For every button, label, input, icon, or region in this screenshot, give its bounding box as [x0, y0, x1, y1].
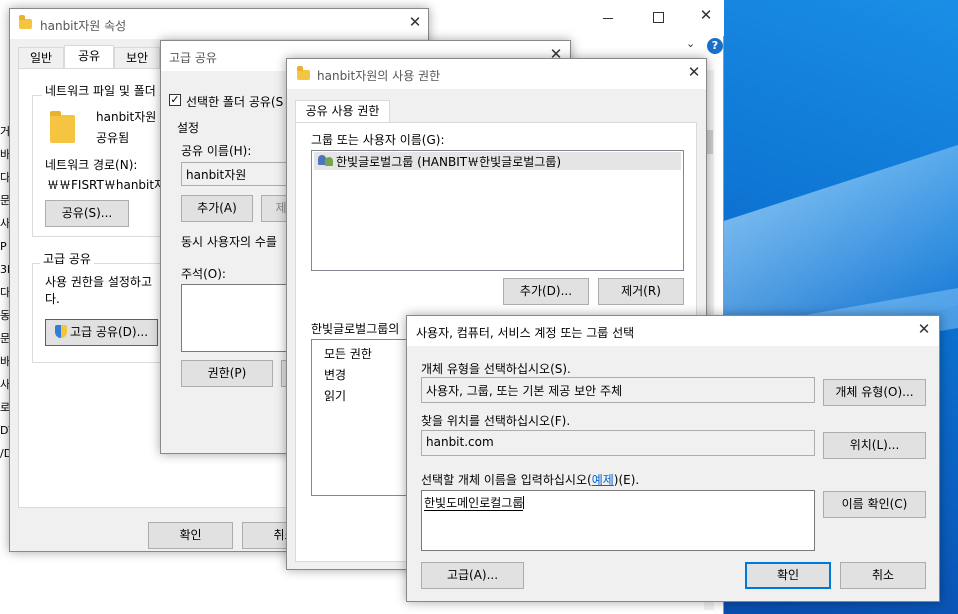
group-user-list[interactable]: 한빛글로벌그룹 (HANBIT￦한빛글로벌그룹) [311, 150, 684, 271]
close-icon[interactable]: ✕ [682, 63, 706, 83]
close-icon[interactable]: ✕ [694, 6, 718, 26]
object-name-label: 선택할 개체 이름을 입력하십시오(예제)(E). [421, 471, 639, 488]
network-path-value: ￦￦FISRT￦hanbit자원 [47, 178, 177, 192]
ok-button[interactable]: 확인 [148, 522, 233, 549]
users-limit-label: 동시 사용자의 수를 [181, 235, 277, 249]
network-group-label: 네트워크 파일 및 폴더 [42, 82, 159, 99]
object-types-button[interactable]: 개체 유형(O)... [823, 379, 926, 406]
advanced-desc-line2: 다. [45, 292, 60, 306]
location-field: hanbit.com [421, 430, 815, 456]
add-user-button[interactable]: 추가(D)... [503, 278, 589, 305]
permission-for-label: 한빛글로벌그룹의 [311, 322, 400, 336]
tab-general[interactable]: 일반 [18, 47, 64, 69]
list-item[interactable]: 한빛글로벌그룹 (HANBIT￦한빛글로벌그룹) [314, 152, 681, 170]
folder-name: hanbit자원 [96, 110, 157, 124]
folder-icon [297, 66, 310, 80]
group-user-label: 그룹 또는 사용자 이름(G): [311, 133, 445, 147]
tab-security[interactable]: 보안 [114, 47, 160, 69]
advanced-button[interactable]: 고급(A)... [421, 562, 524, 589]
share-folder-checkbox[interactable]: ✓ [169, 94, 181, 106]
locations-button[interactable]: 위치(L)... [823, 432, 926, 459]
share-button[interactable]: 공유(S)... [45, 200, 129, 227]
object-type-field: 사용자, 그룹, 또는 기본 제공 보안 주체 [421, 377, 815, 403]
location-value: hanbit.com [426, 435, 494, 449]
network-path-label: 네트워크 경로(N): [45, 158, 138, 172]
cancel-button[interactable]: 취소 [840, 562, 926, 589]
minimize-icon[interactable] [598, 10, 618, 26]
help-icon[interactable]: ? [707, 38, 723, 54]
close-icon[interactable]: ✕ [912, 320, 936, 340]
advanced-desc-line1: 사용 권한을 설정하고 [45, 275, 152, 289]
object-name-label-suffix: )(E). [613, 473, 640, 487]
object-name-label-text: 선택할 개체 이름을 입력하십시오( [421, 473, 592, 487]
examples-link[interactable]: 예제 [592, 473, 614, 487]
permissions-button[interactable]: 권한(P) [181, 360, 273, 387]
list-item-label: 한빛글로벌그룹 (HANBIT￦한빛글로벌그룹) [336, 155, 562, 169]
advanced-sharing-label: 고급 공유(D)... [69, 325, 149, 339]
permission-full-control: 모든 권한 [324, 347, 372, 361]
comment-label: 주석(O): [181, 267, 226, 281]
folder-icon [50, 111, 75, 143]
properties-titlebar: hanbit자원 속성 ✕ [10, 9, 428, 39]
select-titlebar: 사용자, 컴퓨터, 서비스 계정 또는 그룹 선택 ✕ [407, 316, 939, 346]
maximize-icon[interactable] [648, 10, 668, 26]
settings-label: 설정 [177, 121, 200, 135]
remove-user-button[interactable]: 제거(R) [598, 278, 684, 305]
check-names-button[interactable]: 이름 확인(C) [823, 491, 926, 518]
permissions-titlebar: hanbit자원의 사용 권한 ✕ [287, 59, 706, 89]
close-icon[interactable]: ✕ [403, 13, 427, 33]
advanced-group-label: 고급 공유 [40, 250, 94, 267]
select-users-dialog: 사용자, 컴퓨터, 서비스 계정 또는 그룹 선택 ✕ 개체 유형을 선택하십시… [406, 315, 940, 602]
properties-title: hanbit자원 속성 [40, 19, 127, 33]
advanced-title: 고급 공유 [169, 51, 217, 65]
object-name-value: 한빛도메인로컬그룹 [424, 496, 524, 511]
share-folder-label: 선택한 폴더 공유(S [186, 95, 284, 109]
location-label: 찾을 위치를 선택하십시오(F). [421, 414, 571, 428]
object-type-value: 사용자, 그룹, 또는 기본 제공 보안 주체 [426, 384, 623, 398]
add-share-button[interactable]: 추가(A) [181, 195, 253, 222]
permission-read: 읽기 [324, 389, 347, 403]
text-cursor [523, 496, 525, 509]
object-type-label: 개체 유형을 선택하십시오(S). [421, 362, 571, 376]
chevron-down-icon[interactable]: ⌄ [686, 37, 695, 50]
share-name-label: 공유 이름(H): [181, 144, 252, 158]
advanced-sharing-button[interactable]: 고급 공유(D)... [45, 319, 158, 346]
permissions-title: hanbit자원의 사용 권한 [317, 69, 441, 83]
permission-list [311, 339, 411, 496]
share-name-value: hanbit자원 [186, 168, 247, 182]
tab-sharing[interactable]: 공유 [64, 45, 114, 69]
ok-button[interactable]: 확인 [745, 562, 831, 589]
shield-icon [54, 325, 67, 338]
folder-icon [19, 15, 32, 29]
group-icon [325, 157, 333, 166]
select-title: 사용자, 컴퓨터, 서비스 계정 또는 그룹 선택 [416, 326, 635, 340]
tab-share-permissions[interactable]: 공유 사용 권한 [295, 100, 390, 124]
object-name-input[interactable]: 한빛도메인로컬그룹 [421, 490, 815, 551]
folder-status: 공유됨 [96, 131, 130, 145]
permission-change: 변경 [324, 368, 347, 382]
